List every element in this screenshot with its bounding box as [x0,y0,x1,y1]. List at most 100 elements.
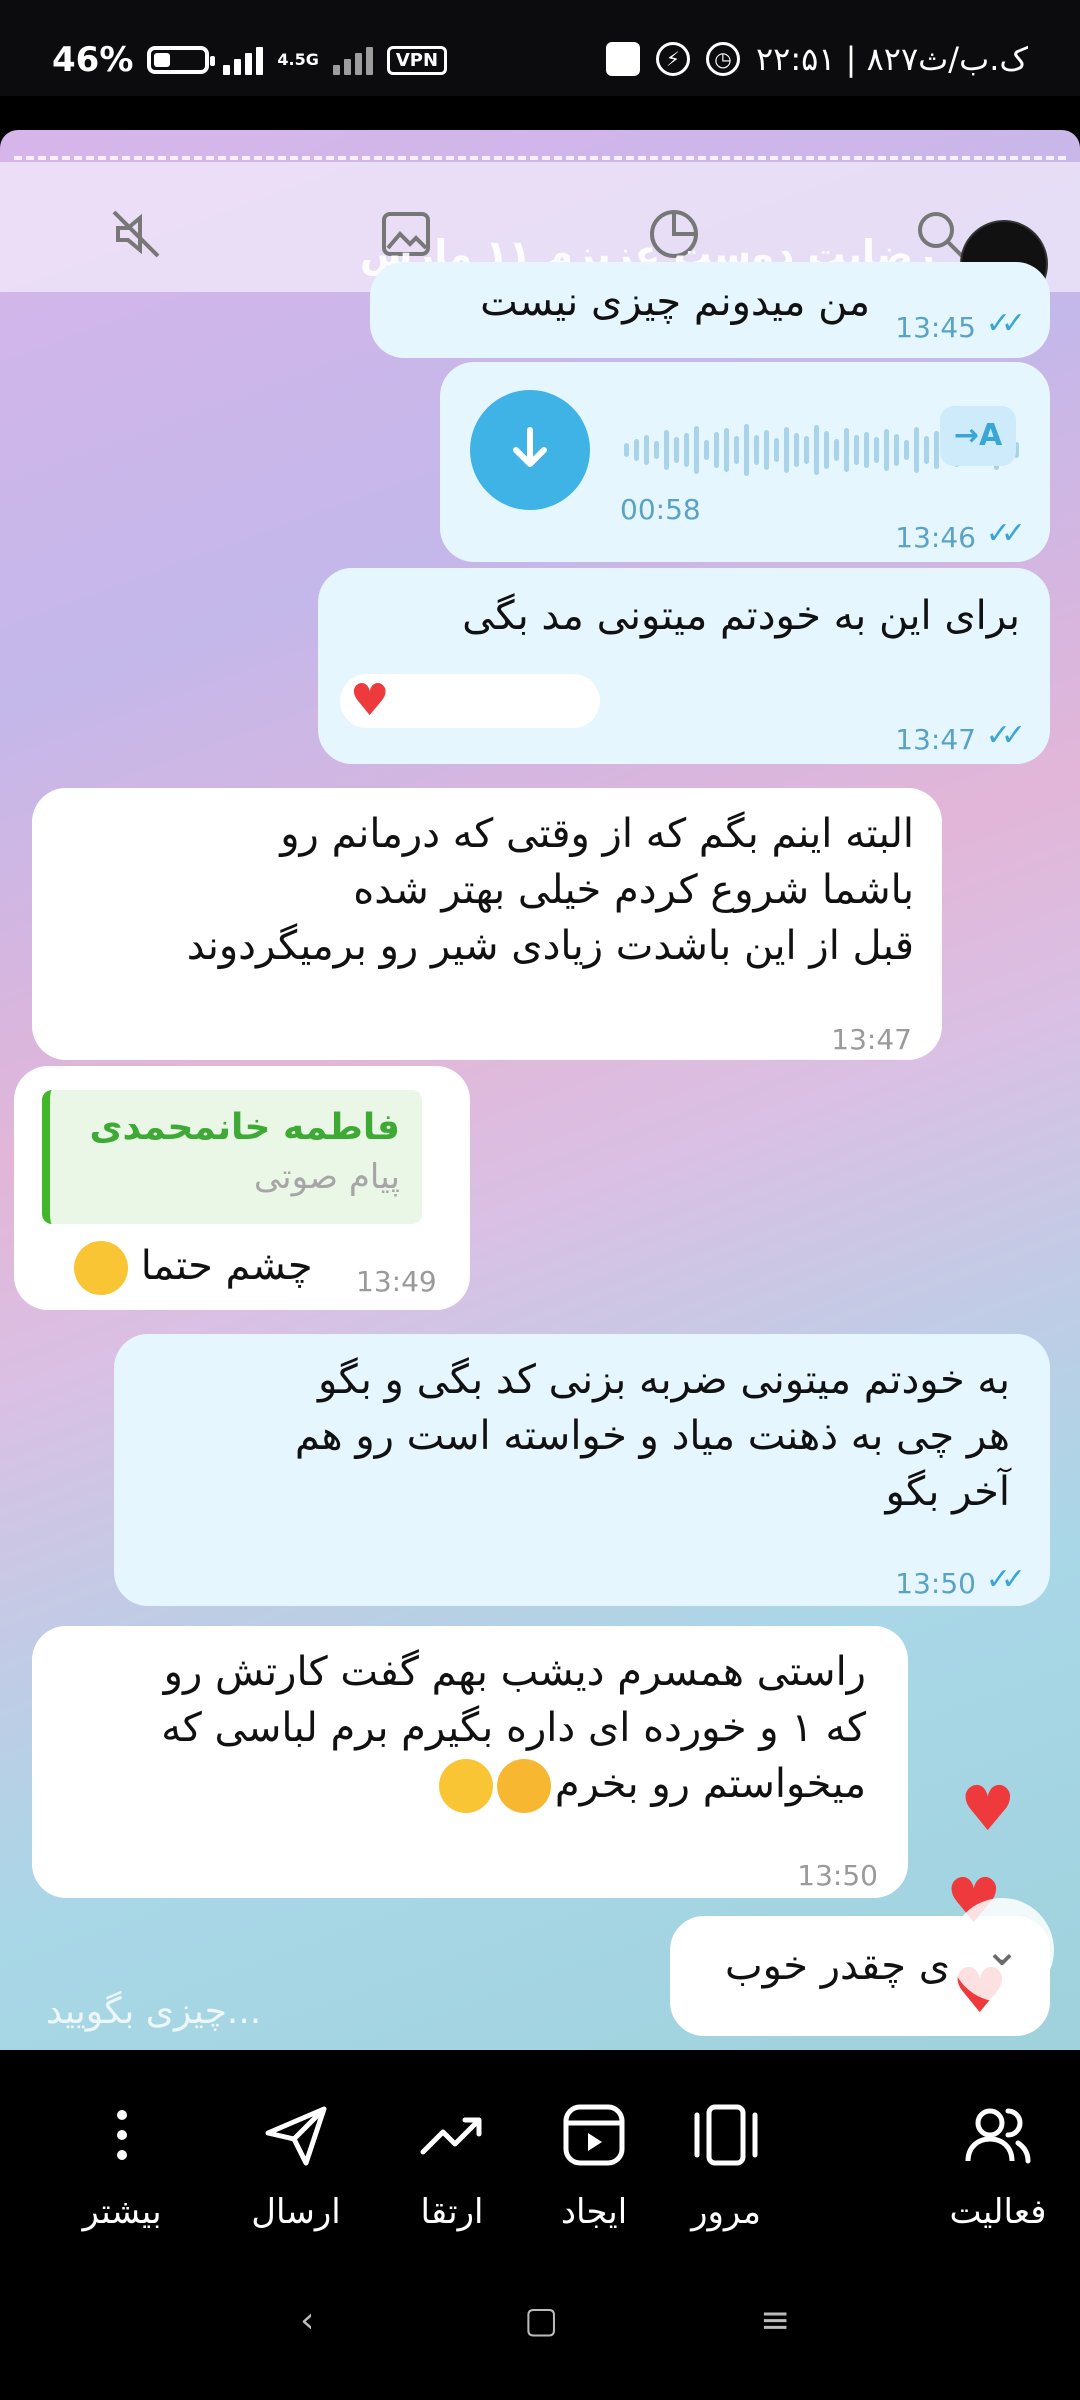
nav-label: بیشتر [82,2192,162,2232]
message-bubble[interactable]: برای این به خودتم میتونی مد بگی ♥ 13:47 … [318,568,1050,764]
waveform-bar [794,433,799,467]
shield-icon: ⚡ [655,42,690,76]
message-text: من میدونم چیزی نیست [480,279,870,325]
reply-message-bubble[interactable]: فاطمه خانمحمدی پیام صوتی چشم حتما 13:49 [14,1066,470,1310]
waveform-bar [874,437,879,463]
waveform-bar [904,440,909,460]
waveform-bar [704,440,709,460]
waveform-bar [744,424,749,476]
create-video-icon [524,2080,664,2190]
signal-icon [223,45,264,75]
waveform-bar [884,429,889,471]
carousel-icon [656,2080,796,2190]
waveform-bar [624,443,629,457]
voice-duration: 00:58 [620,493,701,526]
double-check-icon: ✓✓ [985,718,1026,753]
bottom-navigation: بیشتر ارسال ارتقا ایجاد مرور فعالیت [0,2050,1080,2400]
voice-message-bubble[interactable]: 00:58 → A 13:46 ✓✓ [440,362,1050,562]
double-check-icon: ✓✓ [985,306,1026,341]
waveform-bar [724,428,729,472]
nav-activity[interactable]: فعالیت [928,2080,1068,2234]
notification-icon [605,42,640,76]
reply-preview[interactable]: فاطمه خانمحمدی پیام صوتی [42,1090,422,1224]
message-time: 13:47 [831,1023,912,1056]
nav-promote[interactable]: ارتقا [382,2080,522,2234]
story-progress [14,156,1066,160]
waveform-bar [804,436,809,464]
message-line: راستی همسرم دیشب بهم گفت کارتش رو [163,1649,866,1695]
transcribe-label: A [978,418,1003,453]
double-check-icon: ✓✓ [985,1562,1026,1597]
message-time: 13:45 [895,311,976,344]
message-time: 13:47 [895,723,976,756]
more-vertical-icon [52,2080,192,2190]
message-line: که ۱ و خورده ای داره بگیرم برم لباسی که [161,1705,866,1751]
transcribe-button[interactable]: → A [940,406,1016,466]
message-bubble[interactable]: به خودتم میتونی ضربه بزنی کد بگی و بگو ه… [114,1334,1050,1606]
waveform-bar [924,436,929,464]
nav-browse[interactable]: مرور [656,2080,796,2234]
message-time: 13:50 [895,1567,976,1600]
reaction-badge: ♥ [340,674,600,728]
message-bubble[interactable]: البته اینم بگم که از وقتی که درمانم رو ب… [32,788,942,1060]
nav-label: ایجاد [560,2192,628,2232]
waveform-bar [854,435,859,465]
waveform-bar [634,439,639,461]
waveform-bar [934,431,939,469]
nav-more[interactable]: بیشتر [52,2080,192,2234]
message-line: میخواستم رو بخرم [161,1756,866,1813]
menu-icon[interactable]: ≡ [760,2300,790,2341]
waveform-bar [654,441,659,459]
waveform-bar [834,439,839,461]
waveform-bar [754,435,759,465]
reply-sender: فاطمه خانمحمدی [89,1107,400,1148]
nav-label: ارسال [251,2192,341,2232]
scroll-down-button[interactable]: ⌄ [950,1898,1054,2002]
message-text: برای این به خودتم میتونی مد بگی [462,593,1020,639]
mute-icon[interactable] [108,206,164,271]
message-bubble[interactable]: من میدونم چیزی نیست 13:45 ✓✓ [370,262,1050,358]
smile-emoji-icon [438,1759,493,1813]
message-text-content: چشم حتما [140,1243,313,1289]
heart-eyes-emoji-icon [496,1759,551,1813]
message-line: البته اینم بگم که از وقتی که درمانم رو [280,811,914,857]
alarm-icon: ◷ [705,42,740,76]
back-icon[interactable]: ‹ [300,2300,314,2341]
message-text: راستی همسرم دیشب بهم گفت کارتش رو که ۱ و… [161,1644,866,1813]
heart-icon: ♥ [350,675,390,726]
home-icon[interactable]: ▢ [524,2300,558,2341]
waveform-bar [774,438,779,462]
waveform-bar [764,430,769,470]
waveform-bar [714,432,719,468]
nav-create[interactable]: ایجاد [524,2080,664,2234]
message-text: البته اینم بگم که از وقتی که درمانم رو ب… [187,806,914,974]
message-bubble[interactable]: راستی همسرم دیشب بهم گفت کارتش رو که ۱ و… [32,1626,908,1898]
message-line: قبل از این باشدت زیادی شیر رو برمیگردوند [186,923,914,969]
battery-icon [147,46,216,74]
arrow-icon: → [953,418,979,453]
battery-percent: 46% [52,40,134,80]
waveform-bar [674,437,679,463]
waveform-bar [644,435,649,465]
waveform-bar [864,432,869,468]
waveform-bar [914,427,919,473]
message-input[interactable]: چیزی بگویید... [0,1895,1080,2045]
heart-icon: ♥ [960,1772,1016,1845]
message-line: هر چی به ذهنت میاد و خواسته است رو هم [294,1413,1010,1459]
message-time: 13:46 [895,521,976,554]
chevron-down-icon: ⌄ [983,1924,1021,1976]
nav-send[interactable]: ارسال [226,2080,366,2234]
waveform-bar [844,428,849,472]
message-line: آخر بگو [885,1469,1010,1515]
signal-2-icon [332,45,373,75]
message-text: چشم حتما [74,1238,313,1295]
waveform-bar [734,436,739,464]
clock-and-speed: ۲۲:۵۱ | ۸۲۷ک.ب/ث [755,40,1028,78]
network-type: 4.5G [277,50,319,69]
nav-label: ارتقا [420,2192,484,2232]
reply-type: پیام صوتی [253,1157,400,1197]
waveform-bar [894,434,899,466]
input-placeholder: چیزی بگویید... [46,1991,262,2032]
send-icon [226,2080,366,2190]
download-icon[interactable] [470,390,590,510]
